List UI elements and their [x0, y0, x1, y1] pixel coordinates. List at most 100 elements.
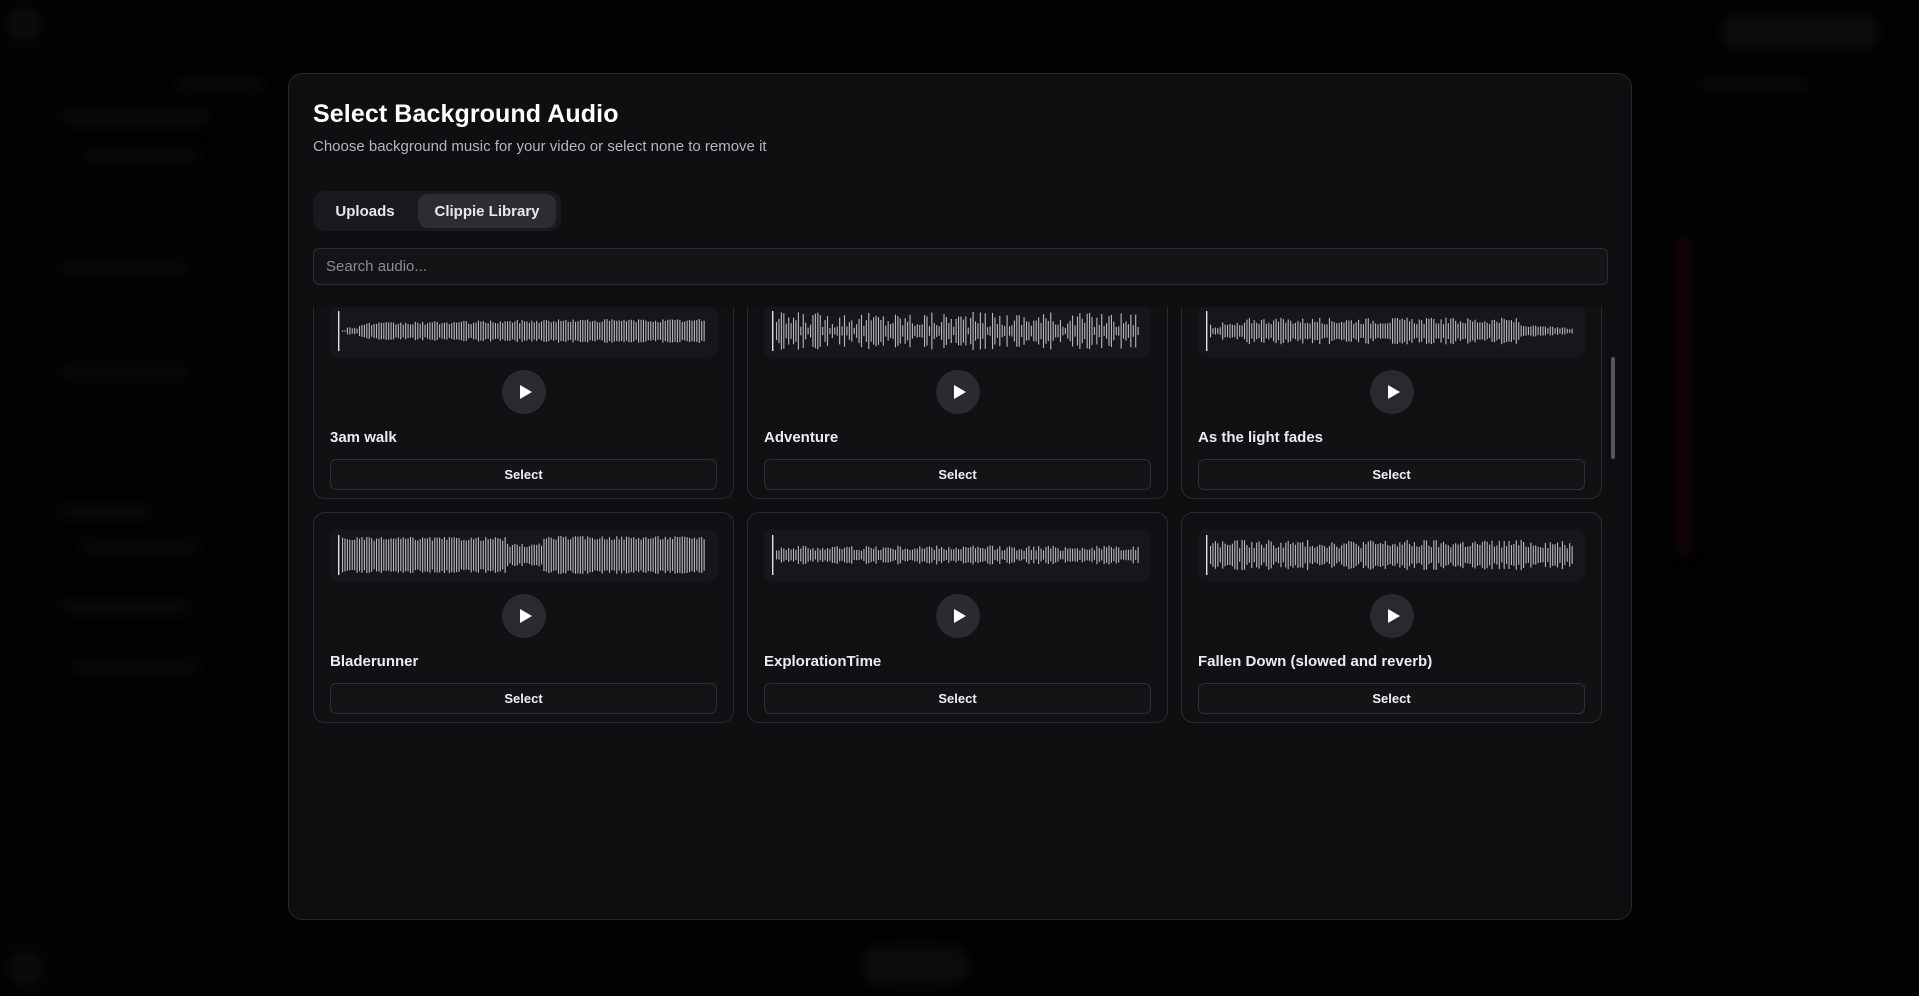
waveform-bar: [1496, 545, 1498, 565]
waveform-bar: [800, 326, 802, 336]
waveform-bar: [877, 317, 880, 345]
select-button[interactable]: Select: [330, 683, 717, 714]
waveform-bar: [1040, 548, 1042, 562]
waveform-bar: [1265, 543, 1267, 567]
waveform-bar: [1115, 546, 1117, 564]
waveform-bar: [1219, 327, 1221, 335]
waveform-bar: [924, 548, 926, 562]
waveform-bar: [536, 544, 538, 566]
waveform-bar: [1540, 547, 1542, 563]
select-button[interactable]: Select: [764, 683, 1151, 714]
waveform-bar: [996, 324, 998, 338]
waveform-bar: [1542, 547, 1544, 563]
waveform-bar: [550, 537, 552, 573]
waveform-bar: [640, 319, 642, 343]
waveform-bar: [696, 320, 698, 342]
waveform-bar: [822, 326, 824, 336]
waveform-bar: [780, 312, 782, 350]
waveform-bar: [448, 324, 450, 338]
waveform-bar: [1001, 550, 1003, 560]
waveform-bar: [1508, 320, 1510, 342]
waveform-bar: [1241, 325, 1243, 337]
play-button[interactable]: [1370, 594, 1414, 638]
waveform-bar: [1253, 547, 1255, 563]
waveform-bar: [579, 536, 581, 574]
playhead-marker: [338, 535, 340, 575]
play-button[interactable]: [1370, 370, 1414, 414]
waveform-bar: [1498, 322, 1500, 340]
waveform-bar: [817, 547, 819, 563]
waveform-bar: [1401, 544, 1403, 566]
waveform-preview[interactable]: [330, 529, 717, 581]
waveform-bar: [1525, 326, 1527, 336]
waveform-bar: [1212, 328, 1214, 334]
waveform-bar: [550, 322, 552, 340]
waveform-preview[interactable]: [764, 529, 1151, 581]
waveform-bar: [1285, 322, 1287, 340]
play-button[interactable]: [936, 370, 980, 414]
waveform-bar: [802, 314, 804, 348]
waveform-bar: [1350, 320, 1352, 342]
waveform-bar: [797, 312, 799, 350]
waveform-bar: [1214, 327, 1216, 335]
waveform-preview[interactable]: [1198, 307, 1585, 357]
waveform-bar: [659, 322, 661, 340]
search-input[interactable]: [313, 248, 1608, 285]
waveform-bar: [826, 316, 829, 346]
waveform-bar: [587, 536, 589, 574]
audio-card: 3am walk Select: [313, 307, 734, 499]
waveform-bar: [446, 322, 448, 340]
select-button[interactable]: Select: [330, 459, 717, 490]
waveform-bar: [977, 323, 979, 339]
play-button[interactable]: [502, 370, 546, 414]
waveform-bar: [1016, 315, 1018, 347]
waveform-bar: [1246, 319, 1248, 343]
waveform-bar: [1021, 549, 1023, 561]
waveform-bar: [1428, 318, 1430, 344]
tab-uploads[interactable]: Uploads: [316, 194, 414, 228]
waveform-bar: [1081, 318, 1083, 344]
waveform-preview[interactable]: [1198, 529, 1585, 581]
waveform-bar: [1353, 323, 1355, 339]
waveform-bar: [1540, 326, 1542, 336]
waveform-bar: [800, 548, 802, 562]
waveform-bar: [812, 315, 814, 347]
waveform-bar: [1421, 320, 1423, 342]
select-button[interactable]: Select: [1198, 683, 1585, 714]
waveform-bar: [1135, 549, 1137, 561]
waveform-bar: [1064, 547, 1066, 563]
scrollbar[interactable]: [1611, 357, 1615, 459]
tab-clippie-library[interactable]: Clippie Library: [418, 194, 556, 228]
waveform-bar: [1118, 326, 1120, 336]
waveform-bar: [1212, 543, 1214, 567]
playhead-marker: [338, 311, 340, 351]
waveform-bar: [1404, 542, 1406, 568]
waveform-bar: [868, 313, 870, 349]
waveform-preview[interactable]: [330, 307, 717, 357]
waveform-bar: [526, 546, 528, 564]
waveform-bar: [371, 538, 373, 572]
waveform-bar: [776, 321, 778, 341]
waveform-bar: [630, 538, 632, 572]
select-button[interactable]: Select: [1198, 459, 1585, 490]
select-button[interactable]: Select: [764, 459, 1151, 490]
play-button[interactable]: [936, 594, 980, 638]
waveform-bar: [1248, 318, 1250, 344]
waveform-bar: [1355, 322, 1357, 340]
waveform-bar: [1050, 312, 1052, 350]
waveform-bar: [1532, 325, 1534, 337]
waveform-bar: [642, 537, 645, 573]
waveform-bar: [1316, 321, 1318, 341]
waveform-preview[interactable]: [764, 307, 1151, 357]
play-button[interactable]: [502, 594, 546, 638]
waveform-bar: [1527, 547, 1529, 563]
waveform-bar: [582, 536, 584, 574]
waveform-bar: [494, 322, 496, 340]
waveform-bar: [1069, 320, 1071, 342]
waveform-bar: [638, 319, 640, 343]
waveform-bar: [1571, 546, 1573, 564]
audio-card: ExplorationTime Select: [747, 512, 1168, 723]
waveform-bar: [1316, 546, 1318, 564]
waveform-bar: [873, 548, 875, 562]
waveform-bar: [1518, 545, 1520, 565]
